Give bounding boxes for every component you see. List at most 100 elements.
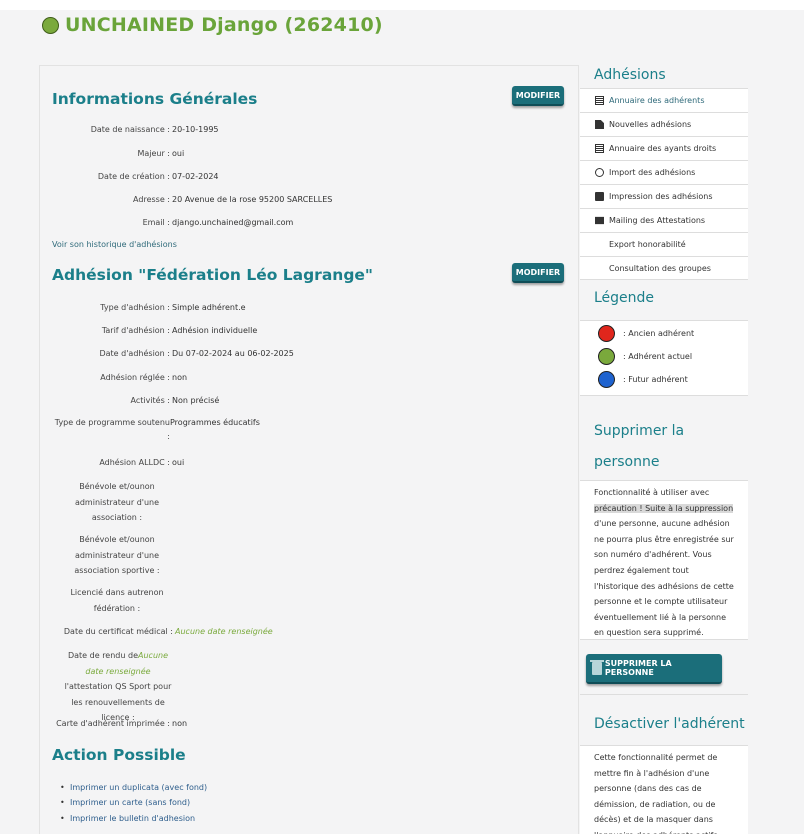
adhesions-menu: Annuaire des adhérents Nouvelles adhésio… xyxy=(580,88,748,280)
red-dot-icon xyxy=(598,325,615,342)
menu-impression-adhesions[interactable]: Impression des adhésions xyxy=(580,184,748,208)
row-label: Bénévole et/ounon administrateur d'une a… xyxy=(40,532,170,579)
licencie-2: fédération : xyxy=(93,603,141,613)
mail-icon xyxy=(595,216,604,225)
supprimer-text-2: d'une personne, aucune adhésion ne pourr… xyxy=(594,519,734,638)
legend-label: : Futur adhérent xyxy=(623,375,688,384)
legende-title: Légende xyxy=(594,290,655,306)
status-icon xyxy=(42,16,59,34)
legend-actuel: : Adhérent actuel xyxy=(598,348,692,365)
benevole-1-value: non xyxy=(139,482,155,491)
desactiver-title: Désactiver l'adhérent xyxy=(594,716,745,732)
legend-futur: : Futur adhérent xyxy=(598,371,688,388)
menu-mailing-attestations[interactable]: Mailing des Attestations xyxy=(580,208,748,232)
benevole-sport-2: administrateur d'une xyxy=(74,550,160,560)
rendu-2: l'attestation QS Sport pour xyxy=(64,682,172,691)
action-carte-link[interactable]: Imprimer un carte (sans fond) xyxy=(58,795,207,811)
benevole-2: administrateur d'une xyxy=(74,497,160,507)
info-row-creation: Date de création : 07-02-2024 xyxy=(40,170,219,184)
row-value: Aucune date renseignée xyxy=(175,627,273,636)
row-value: 20-10-1995 xyxy=(172,125,219,134)
row-label: Adhésion ALLDC : xyxy=(99,458,170,467)
trash-icon xyxy=(590,659,604,675)
info-row-majeur: Majeur : oui xyxy=(40,147,184,161)
benevole-sport-3: association sportive : xyxy=(74,566,160,575)
row-label: Date du certificat médical : xyxy=(63,627,173,636)
row-type: Type d'adhésion : Simple adhérent.e xyxy=(40,301,246,315)
row-label: Adhésion réglée : xyxy=(100,373,170,382)
modifier-info-button[interactable]: MODIFIER xyxy=(512,86,564,106)
adhesion-title: Adhésion "Fédération Léo Lagrange" xyxy=(52,266,374,284)
menu-nouvelles-adhesions[interactable]: Nouvelles adhésions xyxy=(580,112,748,136)
row-licencie: Licencié dans autrenon fédération : xyxy=(40,585,170,616)
row-label: Date d'adhésion : xyxy=(99,349,170,358)
row-value: oui xyxy=(172,149,185,158)
row-value: Simple adhérent.e xyxy=(172,303,246,312)
row-label: Licencié dans autrenon fédération : xyxy=(40,585,170,616)
menu-export-honorabilite[interactable]: Export honorabilité xyxy=(580,232,748,256)
action-duplicata-link[interactable]: Imprimer un duplicata (avec fond) xyxy=(58,780,207,796)
menu-label: Consultation des groupes xyxy=(609,263,711,273)
menu-import-adhesions[interactable]: Import des adhésions xyxy=(580,160,748,184)
menu-label: Export honorabilité xyxy=(609,240,686,249)
sidebar: Adhésions Annuaire des adhérents Nouvell… xyxy=(580,62,748,834)
supprimer-title-2: personne xyxy=(594,454,660,470)
info-row-email: Email : django.unchained@gmail.com xyxy=(40,216,294,230)
list-icon xyxy=(595,96,604,105)
supprimer-text: Fonctionnalité à utiliser avec précautio… xyxy=(580,480,748,640)
supprimer-button-label: SUPPRIMER LA PERSONNE xyxy=(604,659,672,677)
green-dot-icon xyxy=(598,348,615,365)
action-bulletin-link[interactable]: Imprimer le bulletin d'adhesion xyxy=(58,811,207,827)
row-label: Type de programme soutenu : xyxy=(40,416,170,444)
menu-label: Annuaire des adhérents xyxy=(609,96,705,105)
blue-dot-icon xyxy=(598,371,615,388)
page: UNCHAINED Django (262410) Informations G… xyxy=(0,0,804,834)
info-row-naissance: Date de naissance : 20-10-1995 xyxy=(40,123,219,137)
supprimer-personne-button[interactable]: SUPPRIMER LA PERSONNE xyxy=(586,654,722,684)
row-value: Non précisé xyxy=(172,396,220,405)
menu-label: Mailing des Attestations xyxy=(609,216,706,225)
supprimer-text-highlight: précaution ! Suite à la suppression xyxy=(594,503,734,513)
menu-consultation-groupes[interactable]: Consultation des groupes xyxy=(580,256,748,280)
page-title: UNCHAINED Django (262410) xyxy=(65,14,383,36)
menu-label: Nouvelles adhésions xyxy=(609,120,692,129)
modifier-adhesion-button[interactable]: MODIFIER xyxy=(512,263,564,283)
benevole-sport-1-value: non xyxy=(139,535,155,544)
divider xyxy=(580,694,748,695)
row-benevole: Bénévole et/ounon administrateur d'une a… xyxy=(40,479,170,526)
row-value: Programmes éducatifs xyxy=(170,418,260,427)
rendu-1: Date de rendu de xyxy=(67,651,138,660)
menu-annuaire-adherents[interactable]: Annuaire des adhérents xyxy=(580,88,748,112)
licencie-1-value: non xyxy=(148,588,164,597)
desactiver-text: Cette fonctionnalité permet de mettre fi… xyxy=(580,745,748,834)
file-icon xyxy=(595,120,604,129)
row-alldc: Adhésion ALLDC : oui xyxy=(40,456,184,470)
row-label: Adresse : xyxy=(133,195,170,204)
row-label: Date de création : xyxy=(97,172,170,181)
row-value: non xyxy=(172,373,188,382)
list-icon xyxy=(595,144,604,153)
row-value: non xyxy=(172,719,188,728)
info-title: Informations Générales xyxy=(52,90,258,108)
menu-annuaire-ayants-droits[interactable]: Annuaire des ayants droits xyxy=(580,136,748,160)
menu-label: Impression des adhésions xyxy=(609,192,713,201)
row-value: 07-02-2024 xyxy=(172,172,219,181)
row-value: django.unchained@gmail.com xyxy=(172,218,294,227)
history-link[interactable]: Voir son historique d'adhésions xyxy=(52,240,177,249)
row-carte: Carte d'adhérent imprimée : non xyxy=(40,717,187,731)
legend-box: : Ancien adhérent : Adhérent actuel : Fu… xyxy=(580,320,748,396)
row-label: Date de rendu deAucune date renseignée l… xyxy=(40,648,176,726)
import-icon xyxy=(595,168,604,177)
benevole-3: association : xyxy=(91,513,143,522)
rendu-3: les renouvellements de xyxy=(71,697,165,707)
row-label: Bénévole et/ounon administrateur d'une a… xyxy=(40,479,170,526)
benevole-sport-1: Bénévole et/ou xyxy=(79,535,140,544)
menu-label: Annuaire des ayants droits xyxy=(609,144,717,153)
row-value: Du 07-02-2024 au 06-02-2025 xyxy=(172,349,294,358)
row-tarif: Tarif d'adhésion : Adhésion individuelle xyxy=(40,324,257,338)
legend-ancien: : Ancien adhérent xyxy=(598,325,694,342)
print-icon xyxy=(595,192,604,201)
actions-list: Imprimer un duplicata (avec fond) Imprim… xyxy=(58,780,207,827)
licencie-1: Licencié dans autre xyxy=(70,588,149,597)
main-panel: Informations Générales MODIFIER Date de … xyxy=(39,65,579,834)
